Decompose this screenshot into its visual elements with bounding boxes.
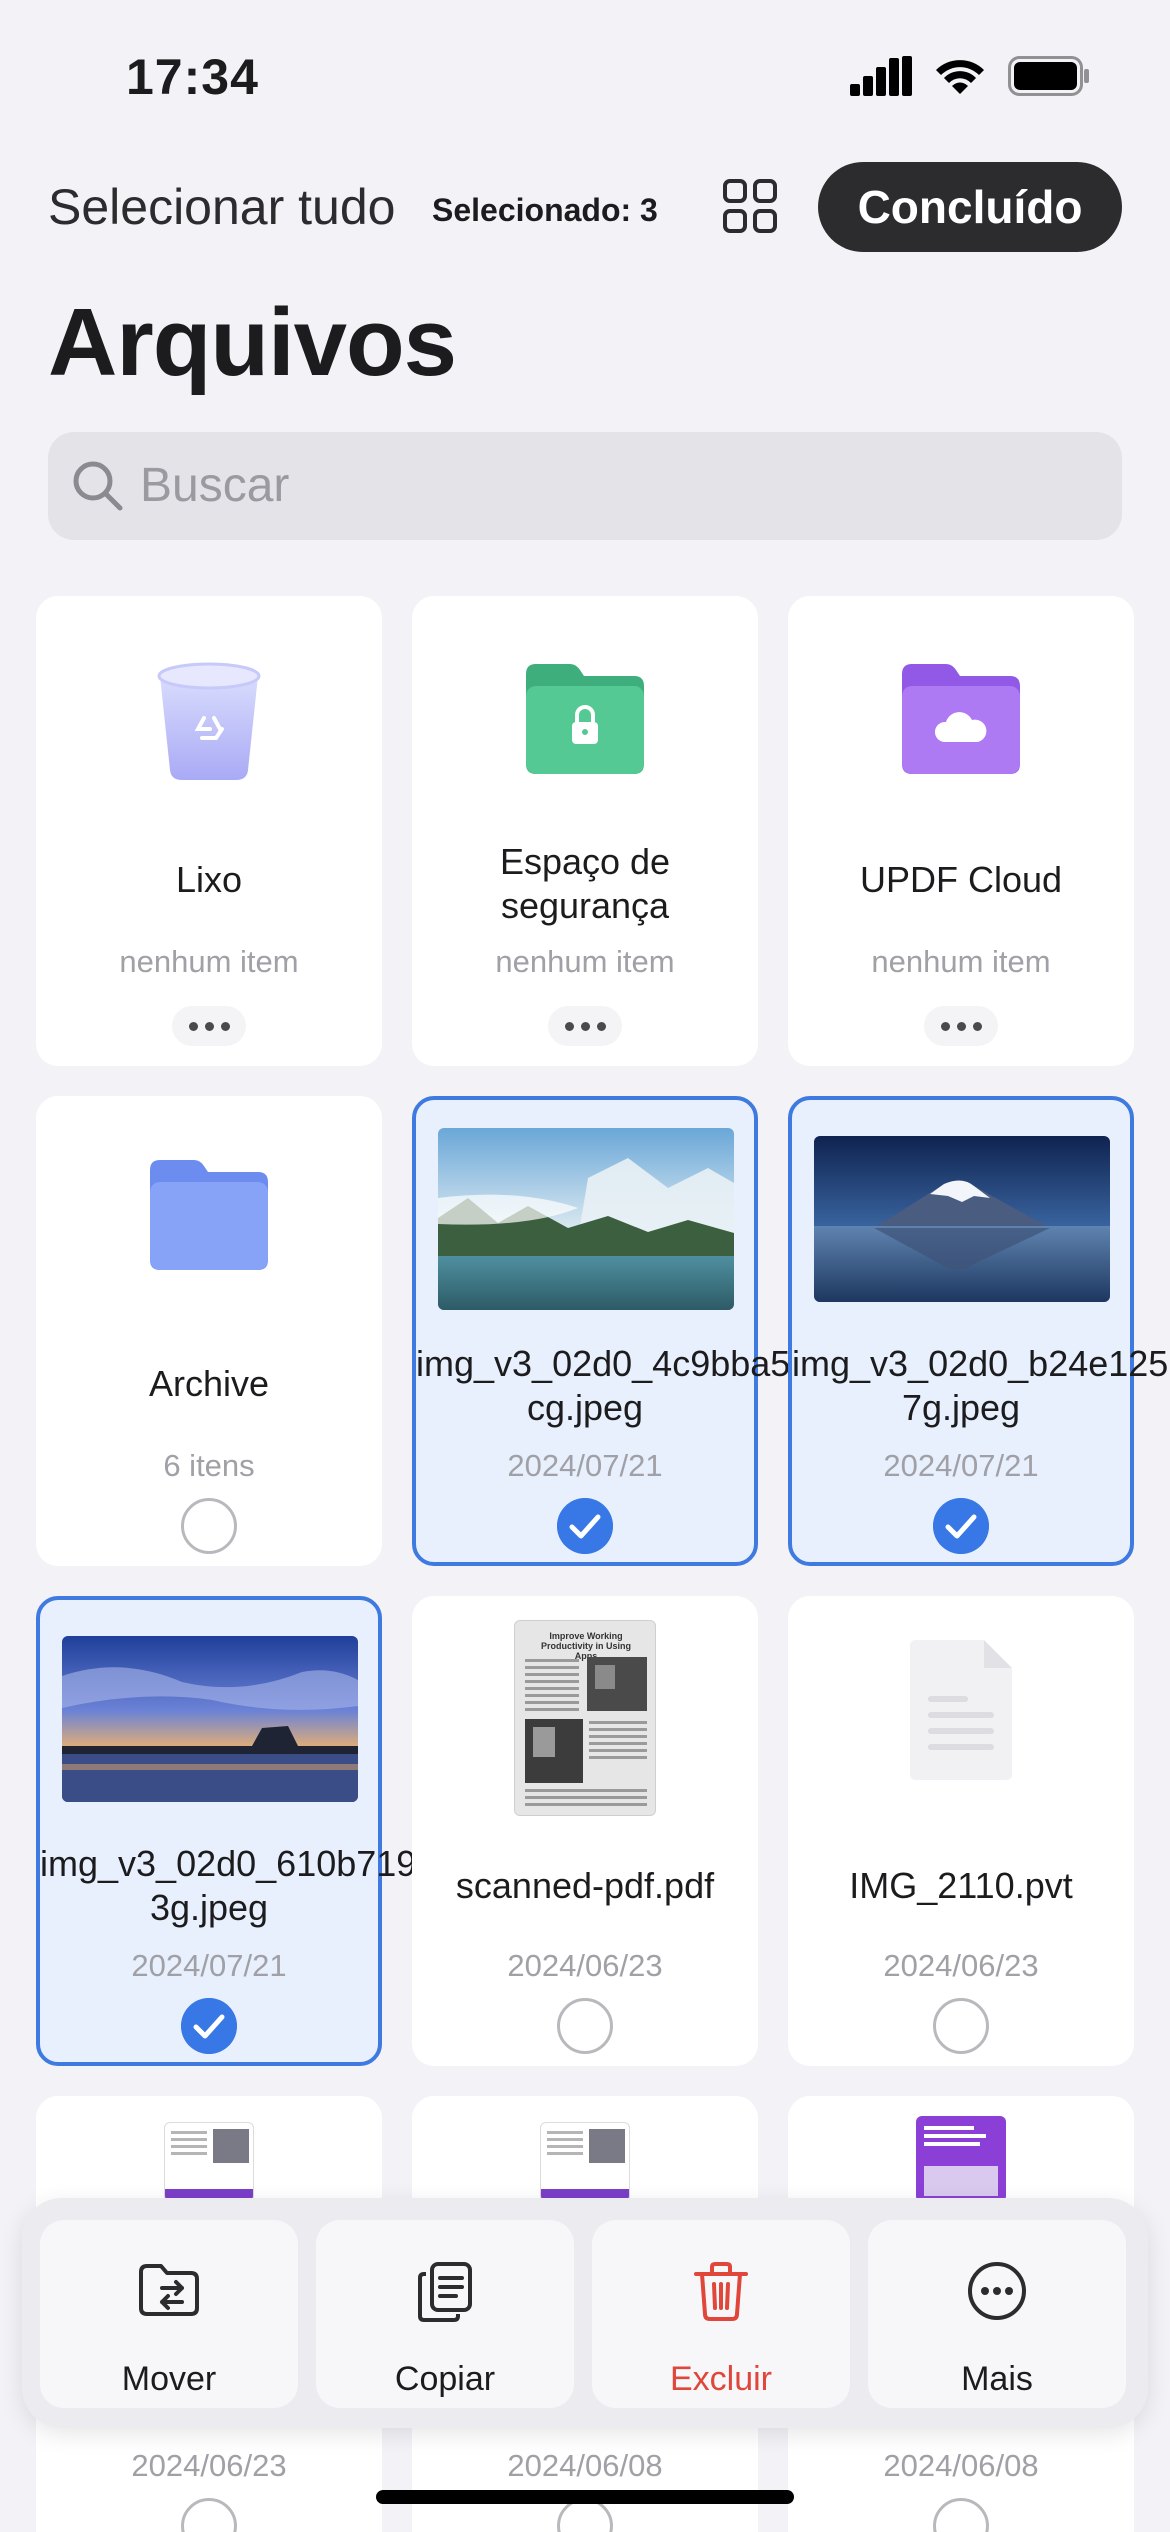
pdf-thumbnail <box>164 2122 254 2202</box>
file-meta: nenhum item <box>871 944 1051 979</box>
file-meta: 2024/07/21 <box>507 1448 663 1483</box>
move-label: Mover <box>121 2360 217 2398</box>
status-icons <box>850 56 1090 96</box>
file-name: IMG_2110.pvt <box>849 1865 1073 1906</box>
top-toolbar: Selecionar tudo Selecionado: 3 Concluído <box>0 160 1170 255</box>
file-name: Archive <box>148 1363 270 1404</box>
checkmark-icon[interactable] <box>181 1998 237 2054</box>
search-input[interactable]: Buscar <box>48 432 1122 540</box>
delete-label: Excluir <box>669 2360 773 2398</box>
image-thumbnail <box>438 1128 734 1310</box>
image-thumbnail <box>62 1636 358 1802</box>
file-meta: nenhum item <box>119 944 299 979</box>
pdf-thumbnail: Improve Working Productivity in Using Ap… <box>514 1620 656 1816</box>
cellular-signal-icon <box>850 56 912 96</box>
file-name: img_v3_02d0_4c9bba5…cg.jpeg <box>416 1343 827 1428</box>
more-label: Mais <box>961 2360 1033 2398</box>
file-meta: 2024/06/08 <box>507 2448 663 2483</box>
selection-checkbox[interactable] <box>181 1498 237 1554</box>
move-button[interactable]: Mover <box>40 2220 298 2408</box>
file-card-image[interactable]: img_v3_02d0_b24e125…7g.jpeg 2024/07/21 <box>788 1096 1170 1566</box>
file-card-document[interactable]: IMG_2110.pvt 2024/06/23 <box>788 1596 1134 2066</box>
selection-checkbox[interactable] <box>557 1998 613 2054</box>
more-icon <box>968 2262 1026 2320</box>
document-icon <box>910 1640 1012 1780</box>
file-name: img_v3_02d0_b24e125…7g.jpeg <box>792 1343 1170 1428</box>
file-meta: 2024/07/21 <box>883 1448 1039 1483</box>
grid-view-icon[interactable] <box>722 178 778 234</box>
file-card-archive[interactable]: Archive 6 itens <box>36 1096 382 1566</box>
more-options-icon[interactable] <box>924 1006 998 1046</box>
trash-icon <box>694 2262 748 2321</box>
search-icon <box>73 461 123 511</box>
more-options-icon[interactable] <box>172 1006 246 1046</box>
file-meta: 6 itens <box>163 1448 255 1483</box>
file-card-image[interactable]: img_v3_02d0_610b719…3g.jpeg 2024/07/21 <box>36 1596 453 2066</box>
delete-button[interactable]: Excluir <box>592 2220 850 2408</box>
more-button[interactable]: Mais <box>868 2220 1126 2408</box>
pdf-thumbnail <box>540 2122 630 2202</box>
battery-icon <box>1008 56 1089 96</box>
copy-button[interactable]: Copiar <box>316 2220 574 2408</box>
search-placeholder: Buscar <box>140 459 290 512</box>
file-card-pdf[interactable]: Improve Working Productivity in Using Ap… <box>412 1596 758 2066</box>
checkmark-icon[interactable] <box>933 1498 989 1554</box>
home-indicator <box>376 2490 794 2504</box>
trash-bin-icon <box>157 662 261 780</box>
file-name: Espaço de segurança <box>499 841 671 926</box>
status-time: 17:34 <box>126 49 259 105</box>
status-bar: 17:34 <box>0 0 1170 150</box>
copy-label: Copiar <box>394 2360 496 2398</box>
file-meta: 2024/06/23 <box>883 1948 1039 1983</box>
file-meta: 2024/06/23 <box>131 2448 287 2483</box>
select-all-button[interactable]: Selecionar tudo <box>48 178 395 236</box>
wifi-icon <box>936 60 984 94</box>
file-meta: 2024/07/21 <box>131 1948 287 1983</box>
selection-checkbox[interactable] <box>933 2498 989 2532</box>
selection-checkbox[interactable] <box>933 1998 989 2054</box>
move-folder-icon <box>139 2264 199 2316</box>
image-thumbnail <box>814 1136 1110 1302</box>
file-card-image[interactable]: img_v3_02d0_4c9bba5…cg.jpeg 2024/07/21 <box>412 1096 827 1566</box>
file-name: UPDF Cloud <box>859 859 1063 900</box>
file-name: img_v3_02d0_610b719…3g.jpeg <box>40 1843 453 1928</box>
file-meta: 2024/06/08 <box>883 2448 1039 2483</box>
copy-icon <box>418 2262 472 2322</box>
file-card-updf-cloud[interactable]: UPDF Cloud nenhum item <box>788 596 1134 1066</box>
checkmark-icon[interactable] <box>557 1498 613 1554</box>
bottom-action-bar: Mover Copiar Excluir Mais <box>22 2198 1148 2428</box>
file-name: Lixo <box>175 859 243 900</box>
file-meta: nenhum item <box>495 944 675 979</box>
file-name: scanned-pdf.pdf <box>455 1865 715 1906</box>
selection-checkbox[interactable] <box>181 2498 237 2532</box>
file-card-trash[interactable]: Lixo nenhum item <box>36 596 382 1066</box>
done-button[interactable]: Concluído <box>818 162 1122 252</box>
file-meta: 2024/06/23 <box>507 1948 663 1983</box>
lock-folder-icon <box>526 664 644 774</box>
cloud-folder-icon <box>902 664 1020 774</box>
more-options-icon[interactable] <box>548 1006 622 1046</box>
pdf-thumbnail <box>916 2116 1006 2202</box>
file-card-secure-space[interactable]: Espaço de segurança nenhum item <box>412 596 758 1066</box>
selected-count: Selecionado: 3 <box>432 192 658 228</box>
folder-icon <box>150 1160 268 1270</box>
page-title: Arquivos <box>48 289 457 396</box>
